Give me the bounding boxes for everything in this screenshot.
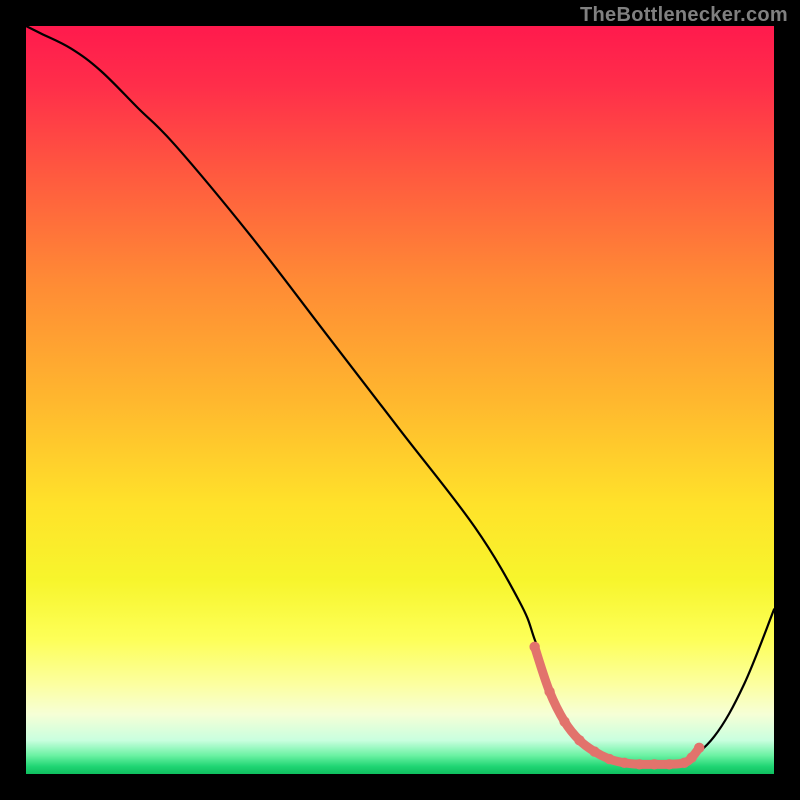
chart-svg [26,26,774,774]
chart-container: TheBottlenecker.com [0,0,800,800]
gradient-background [26,26,774,774]
plot-area [26,26,774,774]
attribution-label: TheBottlenecker.com [580,4,788,27]
